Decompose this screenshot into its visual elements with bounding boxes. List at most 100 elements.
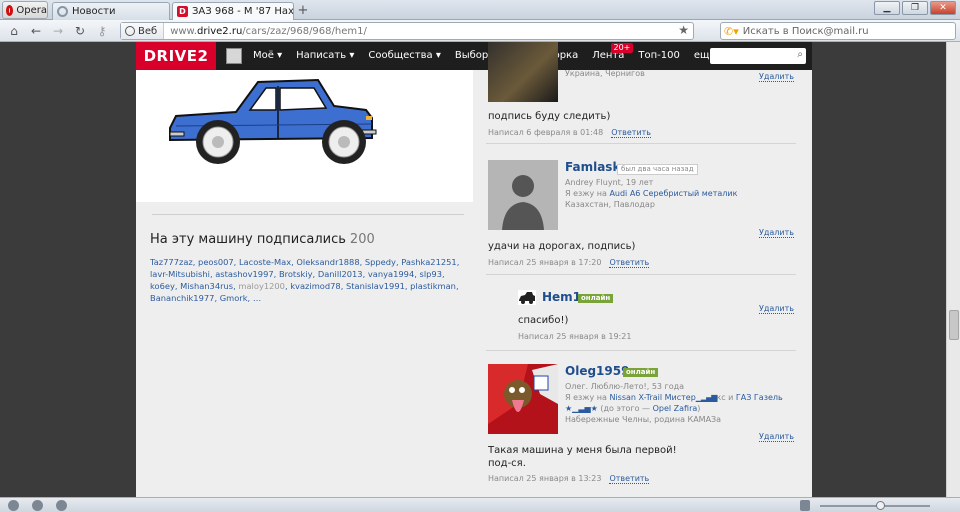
key-icon[interactable]: ⚷ xyxy=(94,23,110,39)
bookmark-star-icon[interactable]: ★ xyxy=(678,23,689,37)
menu-item-write[interactable]: Написать ▾ xyxy=(289,42,361,70)
panel-toggle-icon[interactable] xyxy=(8,500,19,511)
loading-icon xyxy=(57,6,68,17)
home-icon[interactable]: ⌂ xyxy=(6,23,22,39)
subscriber-link[interactable]: Stanislav1991 xyxy=(346,281,405,291)
drive2-favicon-icon: D xyxy=(177,6,188,17)
page-scrollbar[interactable] xyxy=(946,42,960,497)
status-badge: онлайн xyxy=(578,294,614,303)
subscriber-link[interactable]: ko6ey xyxy=(150,281,175,291)
view-toggle-icon[interactable] xyxy=(800,500,810,511)
user-location: Набережные Челны, родина КАМАЗа xyxy=(565,415,722,424)
comments-column: Украина, Чернигов Удалить подпись буду с… xyxy=(486,42,796,497)
user-photo-icon xyxy=(488,364,558,434)
rating-stars-icon: ★▁▃▅★ xyxy=(565,404,598,413)
comment-date: Написал 25 января в 17:20 xyxy=(488,258,602,267)
subscriber-link[interactable]: lavr-Mitsubishi xyxy=(150,269,210,279)
subscriber-link[interactable]: Oleksandr1888 xyxy=(296,257,359,267)
subscriber-link[interactable]: slp93 xyxy=(420,269,442,279)
subscriber-link[interactable]: Bananchik1977 xyxy=(150,293,214,303)
username[interactable]: Oleg1959 xyxy=(565,364,629,378)
new-tab-button[interactable]: + xyxy=(296,4,310,18)
speed-dial-icon[interactable] xyxy=(56,500,67,511)
subscriber-link[interactable]: plastikman xyxy=(410,281,456,291)
user-car: Я езжу на Audi A6 Серебристый металик xyxy=(565,188,737,199)
subscriber-link[interactable]: Brotskiy xyxy=(279,269,313,279)
subscriber-link[interactable]: kvazimod78 xyxy=(290,281,340,291)
reply-avatar[interactable] xyxy=(518,290,536,305)
comment-text-line2: под-ся. xyxy=(488,458,526,469)
address-url[interactable]: www.drive2.ru/cars/zaz/968/968/hem1/ xyxy=(164,26,367,37)
subscriber-link[interactable]: peos007 xyxy=(198,257,234,267)
reload-icon[interactable]: ↻ xyxy=(72,23,88,39)
comment-avatar[interactable] xyxy=(488,160,558,230)
subscriber-link[interactable]: maloy1200 xyxy=(238,281,285,291)
back-icon[interactable]: ← xyxy=(28,23,44,39)
maximize-button[interactable]: ❐ xyxy=(902,1,928,15)
delete-link[interactable]: Удалить xyxy=(759,432,794,442)
username[interactable]: Hem1 xyxy=(542,290,581,304)
menu-item-top100[interactable]: Топ-100 xyxy=(631,42,686,70)
cloud-icon[interactable] xyxy=(32,500,43,511)
address-bar[interactable]: Веб www.drive2.ru/cars/zaz/968/968/hem1/… xyxy=(120,22,694,40)
browser-statusbar xyxy=(0,497,960,512)
subscriber-link[interactable]: Taz777zaz xyxy=(150,257,193,267)
comment-text: удачи на дорогах, подпись) xyxy=(488,241,636,252)
subscriber-link[interactable]: astashov1997 xyxy=(215,269,273,279)
browser-search-input[interactable]: ✆▾ Искать в Поиск@mail.ru xyxy=(720,22,956,40)
search-placeholder: Искать в Поиск@mail.ru xyxy=(742,25,869,37)
delete-link[interactable]: Удалить xyxy=(759,72,794,82)
comment-text: спасибо!) xyxy=(518,315,569,326)
scrollbar-thumb[interactable] xyxy=(949,310,959,340)
delete-link[interactable]: Удалить xyxy=(759,304,794,314)
username[interactable]: Famlask xyxy=(565,160,620,174)
delete-link[interactable]: Удалить xyxy=(759,228,794,238)
zoom-slider-handle[interactable] xyxy=(876,501,885,510)
search-engine-icon[interactable]: ✆▾ xyxy=(724,25,739,38)
nav-user-avatar[interactable] xyxy=(226,48,242,64)
user-car2-link[interactable]: ГАЗ Газель xyxy=(736,393,783,402)
search-icon[interactable]: ⌕ xyxy=(797,49,803,60)
opera-logo-icon xyxy=(6,4,14,16)
menu-item-mine[interactable]: Моё ▾ xyxy=(246,42,289,70)
user-prev-car: ★▁▃▅★ (до этого — Opel Zafira) xyxy=(565,403,700,414)
user-info: Andrey Fluynt, 19 лет xyxy=(565,178,654,187)
forward-icon[interactable]: → xyxy=(50,23,66,39)
site-search-input[interactable]: ⌕ xyxy=(710,48,806,64)
default-user-icon xyxy=(488,160,558,230)
menu-item-communities[interactable]: Сообщества ▾ xyxy=(361,42,448,70)
drive2-logo[interactable]: DRIVE2 xyxy=(136,42,216,70)
tab-drive2[interactable]: D ЗАЗ 968 - М '87 Нахле... ✕ xyxy=(172,2,294,20)
zoom-slider[interactable] xyxy=(820,505,930,507)
reply-link[interactable]: Ответить xyxy=(611,128,652,138)
comment-avatar[interactable] xyxy=(488,42,558,102)
subscriber-link[interactable]: … xyxy=(253,293,261,303)
subscribers-title: На эту машину подписались 200 xyxy=(150,232,375,247)
subscriber-link[interactable]: vanya1994 xyxy=(368,269,414,279)
user-car-link[interactable]: Nissan X-Trail Мистер xyxy=(609,393,695,402)
opera-menu-button[interactable]: Opera xyxy=(2,1,48,19)
car-photo-panel xyxy=(136,70,473,202)
menu-item-feed[interactable]: Лента 20+ xyxy=(585,42,634,70)
web-badge[interactable]: Веб xyxy=(121,23,165,39)
url-host: drive2.ru xyxy=(196,25,243,37)
subscriber-link[interactable]: Pashka21251 xyxy=(401,257,456,267)
comment-text-line1: Такая машина у меня была первой! xyxy=(488,445,677,456)
minimize-button[interactable]: ▁ xyxy=(874,1,900,15)
subscriber-link[interactable]: Sppedy xyxy=(365,257,396,267)
rating-bars-icon: ▁▂▄▆ xyxy=(695,393,718,402)
reply-link[interactable]: Ответить xyxy=(609,474,650,484)
subscriber-link[interactable]: Danill2013 xyxy=(318,269,363,279)
reply-link[interactable]: Ответить xyxy=(609,258,650,268)
user-car-link[interactable]: Audi A6 Серебристый металик xyxy=(609,189,737,198)
subscriber-link[interactable]: Lacoste-Max xyxy=(239,257,291,267)
close-window-button[interactable]: ✕ xyxy=(930,1,956,15)
prev-car-link[interactable]: Opel Zafira xyxy=(653,404,698,413)
subscribers-list: Taz777zaz, peos007, Lacoste-Max, Oleksan… xyxy=(150,257,460,303)
comment-separator xyxy=(486,350,796,351)
subscriber-link[interactable]: Mishan34rus xyxy=(180,281,233,291)
car-image xyxy=(169,78,377,164)
comment-avatar[interactable] xyxy=(488,364,558,434)
subscriber-link[interactable]: Gmork xyxy=(220,293,248,303)
tab-news[interactable]: Новости xyxy=(52,2,170,20)
